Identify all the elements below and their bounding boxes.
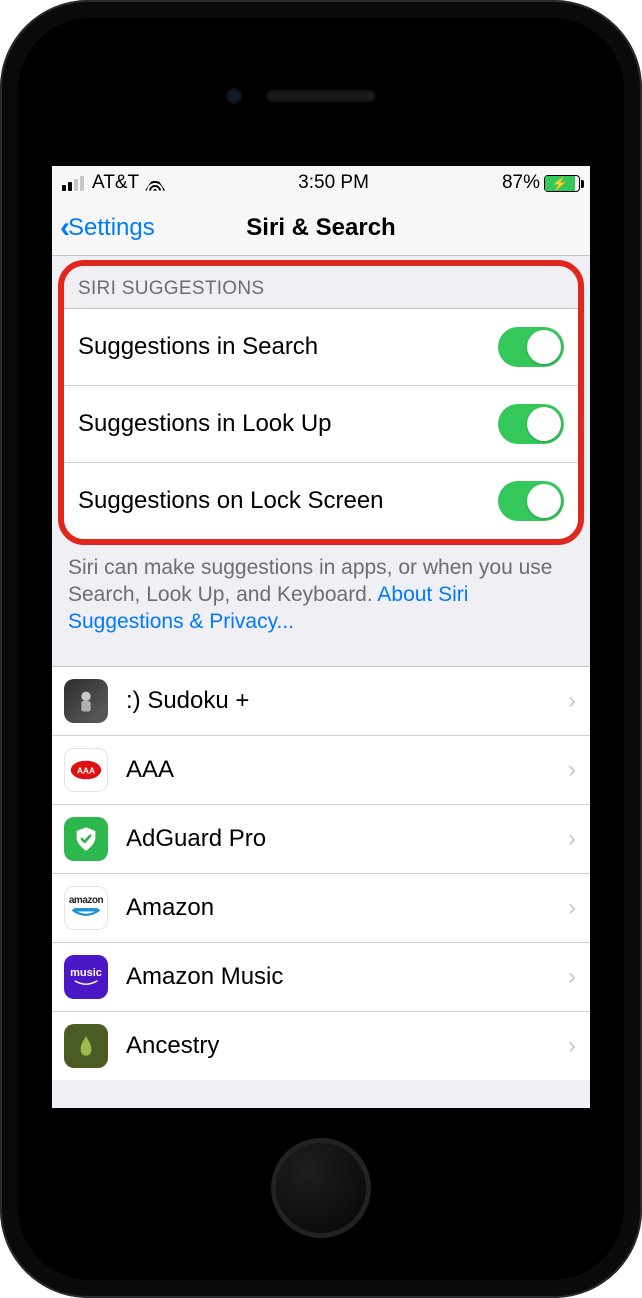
content-area: SIRI SUGGESTIONS Suggestions in Search S… bbox=[52, 256, 590, 1108]
app-icon: AAA bbox=[64, 748, 108, 792]
app-row-adguard[interactable]: AdGuard Pro › bbox=[52, 804, 590, 873]
battery-icon: ⚡ bbox=[544, 175, 580, 192]
chevron-right-icon: › bbox=[568, 894, 576, 922]
chevron-right-icon: › bbox=[568, 963, 576, 991]
toggle-row-suggestions-lookup[interactable]: Suggestions in Look Up bbox=[64, 385, 578, 462]
toggle-switch[interactable] bbox=[498, 404, 564, 444]
earpiece-speaker bbox=[266, 90, 376, 102]
app-row-ancestry[interactable]: Ancestry › bbox=[52, 1011, 590, 1080]
app-row-amazon[interactable]: amazon Amazon › bbox=[52, 873, 590, 942]
app-label: AdGuard Pro bbox=[126, 825, 550, 853]
home-button[interactable] bbox=[271, 1138, 371, 1238]
app-icon bbox=[64, 679, 108, 723]
back-label: Settings bbox=[68, 214, 155, 242]
back-button[interactable]: ‹ Settings bbox=[60, 211, 155, 245]
toggle-label: Suggestions in Search bbox=[78, 333, 318, 361]
highlighted-section: SIRI SUGGESTIONS Suggestions in Search S… bbox=[58, 260, 584, 545]
app-icon: music bbox=[64, 955, 108, 999]
app-icon: amazon bbox=[64, 886, 108, 930]
nav-bar: ‹ Settings Siri & Search bbox=[52, 200, 590, 256]
section-header-siri-suggestions: SIRI SUGGESTIONS bbox=[64, 266, 578, 308]
app-icon bbox=[64, 1024, 108, 1068]
carrier-label: AT&T bbox=[92, 172, 139, 194]
app-icon bbox=[64, 817, 108, 861]
toggle-switch[interactable] bbox=[498, 327, 564, 367]
status-bar: AT&T 3:50 PM 87% ⚡ bbox=[52, 166, 590, 200]
toggle-switch[interactable] bbox=[498, 481, 564, 521]
app-label: Ancestry bbox=[126, 1032, 550, 1060]
screen: AT&T 3:50 PM 87% ⚡ ‹ Settings Siri & Sea… bbox=[52, 166, 590, 1108]
battery-percent: 87% bbox=[502, 172, 540, 194]
wifi-icon bbox=[145, 176, 165, 191]
chevron-right-icon: › bbox=[568, 825, 576, 853]
app-row-sudoku[interactable]: :) Sudoku + › bbox=[52, 666, 590, 735]
phone-frame: AT&T 3:50 PM 87% ⚡ ‹ Settings Siri & Sea… bbox=[0, 0, 642, 1298]
toggle-label: Suggestions in Look Up bbox=[78, 410, 332, 438]
app-label: AAA bbox=[126, 756, 550, 784]
signal-icon bbox=[62, 176, 84, 191]
toggle-row-suggestions-lockscreen[interactable]: Suggestions on Lock Screen bbox=[64, 462, 578, 539]
app-label: Amazon bbox=[126, 894, 550, 922]
app-label: :) Sudoku + bbox=[126, 687, 550, 715]
chevron-right-icon: › bbox=[568, 756, 576, 784]
app-label: Amazon Music bbox=[126, 963, 550, 991]
app-row-aaa[interactable]: AAA AAA › bbox=[52, 735, 590, 804]
footer-description: Siri can make suggestions in apps, or wh… bbox=[68, 556, 552, 606]
app-row-amazon-music[interactable]: music Amazon Music › bbox=[52, 942, 590, 1011]
chevron-right-icon: › bbox=[568, 1032, 576, 1060]
toggle-row-suggestions-search[interactable]: Suggestions in Search bbox=[64, 308, 578, 385]
apps-list: :) Sudoku + › AAA AAA › A bbox=[52, 666, 590, 1080]
svg-text:AAA: AAA bbox=[77, 765, 95, 775]
section-footer: Siri can make suggestions in apps, or wh… bbox=[52, 545, 590, 642]
front-camera bbox=[226, 88, 242, 104]
clock: 3:50 PM bbox=[298, 172, 369, 194]
toggle-label: Suggestions on Lock Screen bbox=[78, 487, 384, 515]
chevron-right-icon: › bbox=[568, 687, 576, 715]
